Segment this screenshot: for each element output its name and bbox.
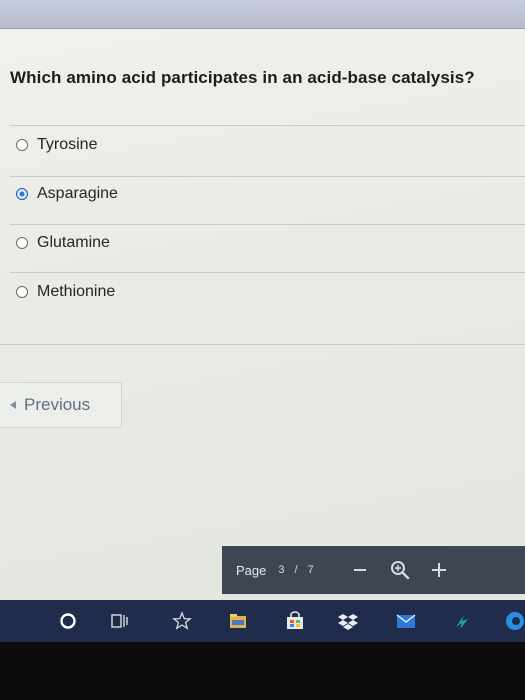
task-view-icon[interactable] bbox=[110, 611, 130, 631]
option-label: Methionine bbox=[37, 283, 116, 300]
pdf-toolbar: Page 3 / 7 bbox=[222, 546, 525, 594]
radio-button[interactable] bbox=[16, 286, 28, 298]
top-strip bbox=[0, 0, 525, 29]
option-tyrosine[interactable]: Tyrosine bbox=[16, 132, 97, 158]
cortana-circle-icon[interactable] bbox=[58, 611, 78, 631]
radio-button[interactable] bbox=[16, 237, 28, 249]
option-label: Asparagine bbox=[37, 185, 118, 202]
windows-taskbar bbox=[0, 600, 525, 642]
previous-label: Previous bbox=[24, 395, 91, 414]
option-label: Tyrosine bbox=[37, 136, 98, 153]
mail-icon[interactable] bbox=[396, 611, 416, 631]
dropbox-icon[interactable] bbox=[338, 611, 358, 631]
app-icon[interactable] bbox=[452, 611, 472, 631]
magnifier-icon[interactable] bbox=[390, 560, 410, 580]
divider bbox=[10, 125, 525, 126]
page-separator: / bbox=[294, 564, 298, 576]
option-asparagine[interactable]: Asparagine bbox=[16, 181, 118, 207]
divider bbox=[10, 176, 525, 177]
divider bbox=[0, 344, 525, 345]
chevron-left-icon bbox=[10, 401, 16, 409]
option-glutamine[interactable]: Glutamine bbox=[16, 230, 110, 256]
browser-viewport: Which amino acid participates in an acid… bbox=[0, 0, 525, 642]
file-explorer-icon[interactable] bbox=[228, 611, 248, 631]
divider bbox=[10, 224, 525, 225]
divider bbox=[10, 272, 525, 273]
star-icon[interactable] bbox=[172, 611, 192, 631]
plus-icon[interactable] bbox=[430, 561, 448, 579]
option-methionine[interactable]: Methionine bbox=[16, 279, 115, 305]
option-label: Glutamine bbox=[37, 234, 110, 251]
screen-bezel bbox=[0, 642, 525, 700]
question-text: Which amino acid participates in an acid… bbox=[10, 68, 475, 87]
radio-button[interactable] bbox=[16, 139, 28, 151]
previous-button[interactable]: Previous bbox=[0, 382, 122, 428]
edge-icon[interactable] bbox=[505, 611, 525, 631]
store-icon[interactable] bbox=[285, 611, 305, 631]
page-label: Page bbox=[236, 562, 267, 578]
minus-icon[interactable] bbox=[353, 569, 366, 571]
total-pages: 7 bbox=[307, 564, 314, 576]
current-page[interactable]: 3 bbox=[278, 564, 284, 576]
radio-button-selected[interactable] bbox=[16, 188, 28, 200]
